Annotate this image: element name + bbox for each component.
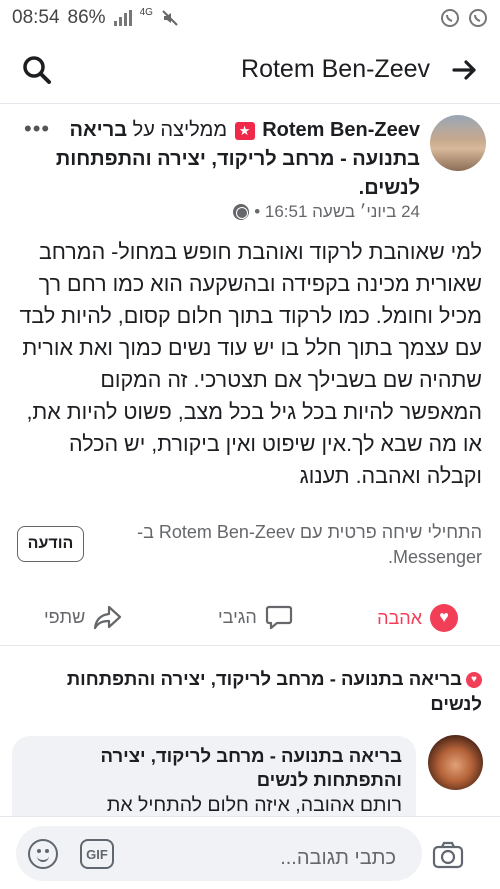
camera-icon[interactable] [432, 841, 464, 869]
post-timestamp[interactable]: 24 ביוני׳ בשעה 16:51 • [254, 202, 420, 222]
recommends-label: ממליצה על [132, 119, 228, 141]
share-button[interactable]: שתפי [44, 604, 123, 630]
gif-button[interactable]: GIF [80, 839, 114, 869]
recommend-icon: ★ [234, 121, 255, 140]
search-icon[interactable] [22, 55, 52, 85]
status-bar: 08:54 86% 4G [0, 0, 500, 36]
page-title: Rotem Ben-Zeev [241, 55, 430, 83]
comment-bubble: בריאה בתנועה - מרחב לריקוד, יצירה והתפתח… [12, 736, 416, 826]
comment-icon [265, 605, 292, 630]
messenger-cta: התחילי שיחה פרטית עם Rotem Ben-Zeev ב-Me… [0, 518, 500, 582]
commenter-avatar[interactable] [428, 735, 483, 790]
messenger-text: התחילי שיחה פרטית עם Rotem Ben-Zeev ב-Me… [137, 522, 482, 567]
battery-percent: 86% [67, 7, 106, 28]
comment-placeholder: כתבי תגובה... [280, 847, 396, 869]
whatsapp-icon-2 [469, 9, 487, 27]
more-options-icon[interactable]: ••• [24, 116, 50, 142]
post-title: Rotem Ben-Zeev ★ ממליצה על בריאה בתנועה … [20, 116, 420, 203]
emoji-icon[interactable] [28, 839, 58, 869]
message-button[interactable]: הודעה [17, 526, 84, 562]
comment-label: הגיבי [218, 606, 257, 627]
action-bar: ♥ אהבה הגיבי שתפי [0, 596, 500, 646]
whatsapp-icon [441, 9, 459, 27]
globe-icon [233, 204, 250, 220]
comment-composer: כתבי תגובה... GIF [0, 816, 500, 889]
love-label: אהבה [377, 607, 422, 628]
share-icon [94, 605, 122, 630]
reaction-summary[interactable]: ♥בריאה בתנועה - מרחב לריקוד, יצירה והתפת… [12, 666, 482, 716]
status-time: 08:54 [12, 7, 60, 28]
mute-icon [162, 10, 178, 26]
love-button[interactable]: ♥ אהבה [377, 604, 458, 632]
comment-button[interactable]: הגיבי [218, 604, 293, 630]
comment-author[interactable]: בריאה בתנועה - מרחב לריקוד, יצירה והתפתח… [26, 744, 402, 792]
reaction-page-name: בריאה בתנועה - מרחב לריקוד, יצירה והתפתח… [66, 668, 482, 714]
author-avatar[interactable] [430, 115, 486, 171]
post-header: Rotem Ben-Zeev ★ ממליצה על בריאה בתנועה … [0, 112, 500, 222]
post-body: למי שאוהבת לרקוד ואוהבת חופש במחול- המרח… [19, 240, 482, 488]
top-header: Rotem Ben-Zeev [0, 36, 500, 104]
share-label: שתפי [44, 606, 86, 627]
back-arrow-icon[interactable] [452, 59, 478, 81]
post-meta: 24 ביוני׳ בשעה 16:51 • [233, 202, 420, 222]
signal-icon [113, 10, 132, 26]
heart-reaction-icon: ♥ [466, 672, 482, 689]
heart-icon: ♥ [430, 604, 458, 632]
comment-text: רותם אהובה, איזה חלום להתחיל את [106, 794, 402, 816]
network-type: 4G [139, 6, 153, 18]
author-name[interactable]: Rotem Ben-Zeev [262, 119, 420, 141]
